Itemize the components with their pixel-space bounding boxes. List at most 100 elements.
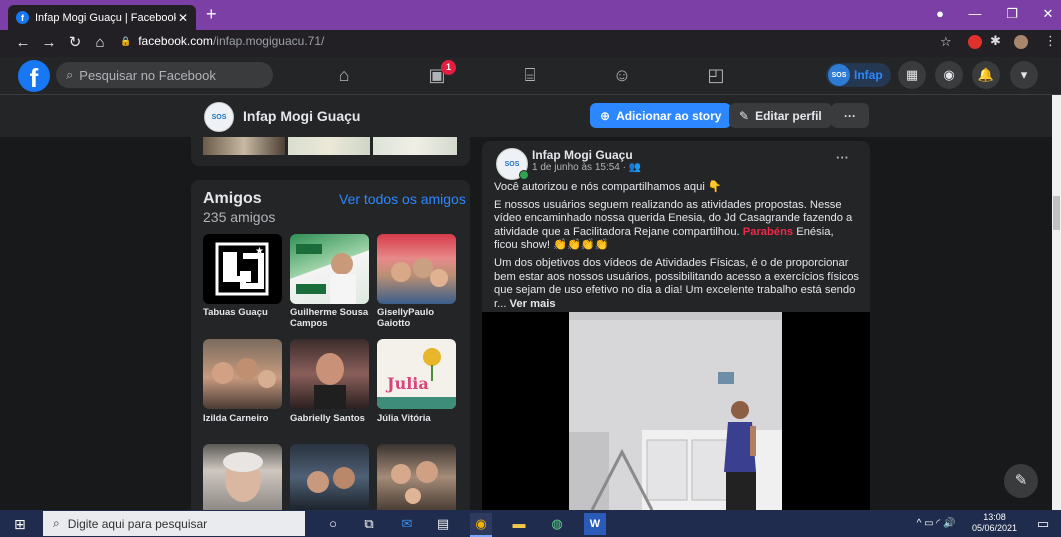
plus-circle-icon: ⊕: [600, 108, 611, 123]
windows-start-icon[interactable]: ⊞: [14, 516, 26, 533]
friends-audience-icon: 👥: [628, 162, 642, 173]
avatar: SOS: [828, 64, 850, 86]
extensions-puzzle-icon[interactable]: ✱: [990, 33, 1001, 49]
nav-marketplace-icon[interactable]: ⌸: [510, 62, 550, 88]
tab-close-icon[interactable]: ✕: [176, 11, 190, 25]
browser-profile-avatar[interactable]: [1014, 35, 1028, 49]
close-window-icon[interactable]: ✕: [1033, 4, 1061, 24]
friend-photo[interactable]: [290, 234, 369, 304]
friend-name[interactable]: Gabrielly Santos: [290, 413, 374, 424]
friend-name[interactable]: Tabuas Guaçu: [203, 307, 287, 318]
more-options-button[interactable]: ···: [831, 103, 869, 128]
nav-gaming-icon[interactable]: ◰: [696, 62, 736, 88]
campaign-poster-image: [296, 244, 356, 304]
bookmark-star-icon[interactable]: ☆: [940, 34, 952, 50]
post-options-button[interactable]: ···: [836, 150, 849, 165]
back-icon[interactable]: ←: [14, 34, 32, 52]
friend-name[interactable]: Júlia Vitória: [377, 413, 461, 424]
add-story-button[interactable]: ⊕ Adicionar ao story: [590, 103, 732, 128]
post-date: 1 de junho às 15:54 ·: [532, 162, 629, 173]
restore-icon[interactable]: ❐: [997, 4, 1027, 24]
reload-icon[interactable]: ↻: [66, 34, 84, 52]
profile-shortcut-label: Infap: [854, 68, 883, 82]
post-author[interactable]: Infap Mogi Guaçu: [532, 148, 633, 162]
taskbar-clock[interactable]: 13:08 05/06/2021: [972, 512, 1017, 534]
url-field[interactable]: 🔒 facebook.com/infap.mogiguacu.71/: [120, 34, 324, 48]
friend-name[interactable]: Guilherme Sousa Campos: [290, 307, 374, 329]
photo-thumbnail[interactable]: [288, 137, 370, 155]
friend-photo[interactable]: [290, 444, 369, 510]
photo-thumbnail[interactable]: [203, 137, 285, 155]
system-tray-icons[interactable]: ^ ▭ ◜ 🔊: [896, 513, 976, 535]
post-paragraph: E nossos usuários seguem realizando as a…: [494, 199, 860, 253]
friend-photo[interactable]: Julia: [377, 339, 456, 409]
menu-grid-icon[interactable]: ▦: [898, 61, 926, 89]
notifications-bell-icon[interactable]: 🔔: [972, 61, 1000, 89]
post-paragraph: Um dos objetivos dos vídeos de Atividade…: [494, 257, 860, 311]
pencil-icon: ✎: [739, 108, 750, 123]
search-icon: ⌕: [53, 516, 60, 530]
svg-text:★: ★: [255, 246, 264, 257]
facebook-search-input[interactable]: ⌕ Pesquisar no Facebook: [56, 62, 273, 88]
see-all-friends-link[interactable]: Ver todos os amigos: [339, 191, 466, 207]
friend-photo[interactable]: [377, 234, 456, 304]
new-message-button[interactable]: ✎: [1004, 464, 1038, 498]
extension-opera-icon[interactable]: [968, 35, 982, 49]
url-domain: facebook.com: [138, 34, 213, 48]
tabuas-logo-icon: ★: [215, 242, 269, 296]
online-status-dot: [519, 170, 529, 180]
forward-icon[interactable]: →: [40, 34, 58, 52]
elderly-portrait-image: [223, 452, 263, 502]
mail-icon[interactable]: ✉: [396, 513, 418, 535]
notification-center-icon[interactable]: ▭: [1032, 513, 1054, 535]
friend-name[interactable]: Izilda Carneiro: [203, 413, 287, 424]
selfie-photo-image: [212, 358, 276, 388]
photo-thumbnail[interactable]: [373, 137, 457, 155]
family-photo-image: [391, 258, 448, 287]
cortana-icon[interactable]: ○: [322, 513, 344, 535]
chat-app-icon[interactable]: ◍: [546, 513, 568, 535]
facebook-favicon-icon: f: [16, 11, 29, 24]
friends-count: 235 amigos: [203, 209, 276, 225]
browser-menu-icon[interactable]: ⋮: [1044, 33, 1057, 49]
search-placeholder: Pesquisar no Facebook: [79, 67, 216, 83]
friend-photo[interactable]: [203, 339, 282, 409]
see-more-link[interactable]: Ver mais: [510, 298, 556, 310]
word-icon[interactable]: W: [584, 513, 606, 535]
minimize-icon[interactable]: —: [960, 4, 990, 24]
search-icon: ⌕: [66, 67, 74, 82]
page-title[interactable]: Infap Mogi Guaçu: [243, 108, 360, 124]
taskbar-search-input[interactable]: ⌕ Digite aqui para pesquisar: [43, 511, 305, 536]
friend-photo[interactable]: [377, 444, 456, 510]
post-timestamp[interactable]: 1 de junho às 15:54 · 👥: [532, 162, 641, 173]
profile-dot-icon[interactable]: ●: [925, 4, 955, 24]
post-text: Você autorizou e nós compartilhamos aqui…: [494, 181, 860, 315]
new-tab-button[interactable]: +: [206, 4, 217, 24]
family-selfie-image: [391, 461, 438, 504]
task-view-icon[interactable]: ⧉: [358, 513, 380, 535]
store-icon[interactable]: ▤: [432, 513, 454, 535]
nav-home-icon[interactable]: ⌂: [324, 62, 364, 88]
facebook-logo-icon[interactable]: f: [18, 60, 50, 93]
account-dropdown-icon[interactable]: ▾: [1010, 61, 1038, 89]
chrome-icon[interactable]: ◉: [470, 513, 492, 537]
scrollbar-thumb[interactable]: [1053, 196, 1060, 230]
scrollbar[interactable]: [1052, 95, 1061, 510]
post-video[interactable]: [482, 312, 870, 510]
profile-shortcut[interactable]: SOS Infap: [826, 63, 891, 87]
avatar[interactable]: SOS: [204, 102, 234, 132]
edit-profile-button[interactable]: ✎ Editar perfil: [729, 103, 832, 128]
file-explorer-icon[interactable]: ▬: [508, 513, 530, 535]
home-icon[interactable]: ⌂: [91, 34, 109, 52]
svg-text:Julia: Julia: [385, 374, 429, 393]
friend-photo[interactable]: ★: [203, 234, 282, 304]
friend-photo[interactable]: [290, 339, 369, 409]
messenger-icon[interactable]: ◉: [935, 61, 963, 89]
lock-icon: 🔒: [120, 35, 132, 46]
friend-photo[interactable]: [203, 444, 282, 510]
portrait-photo-image: [314, 353, 346, 409]
taskbar-search-placeholder: Digite aqui para pesquisar: [67, 516, 208, 531]
nav-groups-icon[interactable]: ☺: [602, 62, 642, 88]
browser-tab[interactable]: f Infap Mogi Guaçu | Facebook ✕: [8, 5, 196, 30]
friend-name[interactable]: GisellyPaulo Gaiotto: [377, 307, 461, 329]
